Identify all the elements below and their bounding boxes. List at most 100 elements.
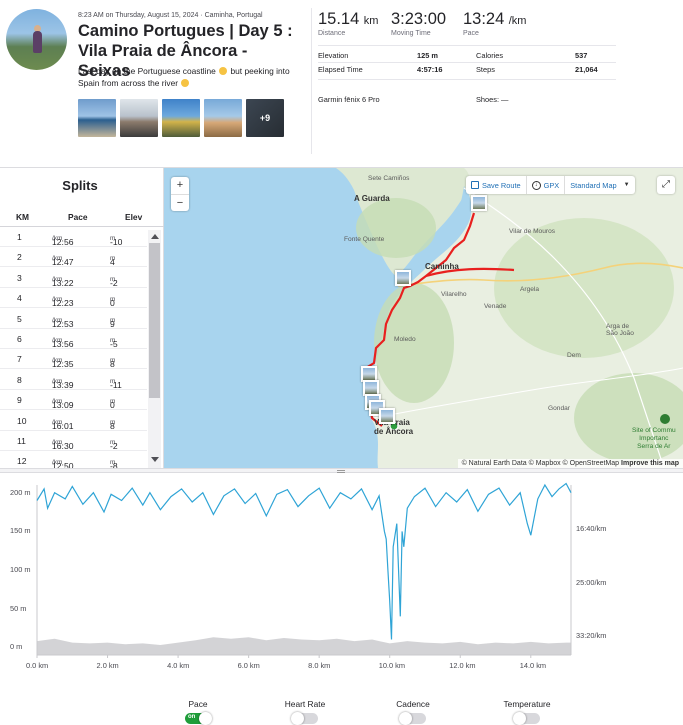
elevation-label: Elevation xyxy=(318,51,349,60)
activity-date-location: 8:23 AM on Thursday, August 15, 2024 · C… xyxy=(78,12,263,19)
map-terrain xyxy=(336,168,683,468)
photo-thumbnail[interactable] xyxy=(204,99,242,137)
chevron-down-icon: ▼ xyxy=(623,182,630,188)
save-route-button[interactable]: Save Route xyxy=(466,176,527,194)
more-photos-button[interactable]: +9 xyxy=(246,99,284,137)
cadence-toggle-group: Cadence xyxy=(373,699,453,725)
split-elev: -8 m xyxy=(110,456,118,471)
split-pace: 12:50 /km xyxy=(52,456,74,471)
split-elev-value: -10 xyxy=(110,237,123,247)
split-row[interactable]: 8 13:39 /km -11 m xyxy=(0,370,147,390)
x-tick-label: 2.0 km xyxy=(96,661,119,670)
y-right-tick-label: 33:20/km xyxy=(576,631,607,640)
x-tick-label: 0.0 km xyxy=(26,661,49,670)
split-km: 7 xyxy=(17,354,22,365)
split-row[interactable]: 2 12:47 /km 4 m xyxy=(0,247,147,268)
heart-rate-toggle-group: Heart Rate xyxy=(265,699,345,725)
description-part-1: Last day on the Portuguese coastline xyxy=(78,66,216,76)
split-row[interactable]: 3 13:22 /km -2 m xyxy=(0,268,147,288)
y-tick-label: 200 m xyxy=(10,487,31,497)
cadence-toggle[interactable] xyxy=(399,712,426,725)
split-elev: -10 m xyxy=(110,232,122,247)
map-attribution: © Natural Earth Data © Mapbox © OpenStre… xyxy=(457,459,683,468)
pace-stat: 13:24 /km Pace xyxy=(463,10,526,37)
split-elev: -11 m xyxy=(110,375,122,390)
stats-divider xyxy=(318,79,616,80)
resize-grip-icon[interactable] xyxy=(337,470,345,473)
gpx-download-button[interactable]: ↓ GPX xyxy=(527,176,566,194)
split-pace-value: 12:56 xyxy=(52,237,74,247)
zoom-controls: + − xyxy=(171,177,189,211)
elevation-area xyxy=(37,637,571,655)
scroll-up-icon[interactable] xyxy=(151,234,159,239)
x-tick-label: 4.0 km xyxy=(167,661,190,670)
map-label: Dem xyxy=(567,352,581,359)
map-type-select[interactable]: Standard Map ▼ xyxy=(565,176,634,194)
temperature-toggle-label: Temperature xyxy=(503,699,551,709)
split-elev-value: -2 xyxy=(110,277,118,288)
split-row[interactable]: 10 16:01 /km 8 m xyxy=(0,411,147,431)
shoes-info: Shoes: — xyxy=(476,95,509,104)
split-elev-value: -5 xyxy=(110,339,118,349)
split-row[interactable]: 6 13:56 /km -5 m xyxy=(0,329,147,349)
moving-time-stat: 3:23:00 Moving Time xyxy=(391,10,446,37)
calories-value: 537 xyxy=(575,51,588,60)
pace-toggle[interactable]: on xyxy=(185,712,212,725)
heart-rate-toggle[interactable] xyxy=(291,712,318,725)
split-row[interactable]: 11 16:30 /km -2 m xyxy=(0,431,147,451)
photo-pin[interactable] xyxy=(395,270,411,286)
zoom-in-button[interactable]: + xyxy=(171,177,189,194)
route-map[interactable]: Sete Camiños A Guarda Fonte Quente Vilar… xyxy=(164,168,683,468)
y-right-tick-label: 16:40/km xyxy=(576,524,607,533)
map-label: Vilar de Mouros xyxy=(509,228,556,235)
split-km: 2 xyxy=(17,252,22,263)
heart-rate-toggle-label: Heart Rate xyxy=(284,699,326,709)
split-row[interactable]: 9 13:09 /km 0 m xyxy=(0,390,147,411)
temperature-toggle[interactable] xyxy=(513,712,540,725)
split-elev: 8 m xyxy=(110,354,115,369)
splits-scrollbar-thumb[interactable] xyxy=(149,243,160,398)
split-pace: 13:22 /km xyxy=(52,273,74,288)
x-tick-label: 8.0 km xyxy=(308,661,331,670)
split-pace-value: 16:30 xyxy=(52,441,74,451)
steps-label: Steps xyxy=(476,65,495,74)
split-pace-value: 12:35 xyxy=(52,359,74,370)
photo-pin[interactable] xyxy=(471,195,487,211)
photo-thumbnail[interactable] xyxy=(162,99,200,137)
split-km: 11 xyxy=(17,436,26,446)
split-pace: 12:53 /km xyxy=(52,314,74,329)
split-row[interactable]: 7 12:35 /km 8 m xyxy=(0,349,147,370)
splits-title: Splits xyxy=(62,178,98,193)
split-elev: -2 m xyxy=(110,436,118,451)
splits-header-km: KM xyxy=(16,212,30,222)
fullscreen-button[interactable]: ⤢ xyxy=(657,176,675,194)
map-label: Venade xyxy=(484,303,507,310)
split-km: 1 xyxy=(17,232,22,242)
elevation-pace-chart[interactable]: 200 m 150 m 100 m 50 m 0 m 16:40/km 25:00/km 33… xyxy=(0,477,683,672)
avatar-figure xyxy=(33,31,42,53)
map-label: Caminha xyxy=(425,262,459,271)
elevation-value: 125 m xyxy=(417,51,438,60)
zoom-out-button[interactable]: − xyxy=(171,194,189,211)
moving-time-label: Moving Time xyxy=(391,30,431,37)
split-row[interactable]: 5 12:53 /km 9 m xyxy=(0,309,147,329)
photo-thumbnail[interactable] xyxy=(120,99,158,137)
save-route-icon xyxy=(471,181,479,189)
attribution-text[interactable]: © Natural Earth Data © Mapbox © OpenStre… xyxy=(462,460,620,467)
stats-row-elapsed: Elapsed Time 4:57:16 Steps 21,064 xyxy=(318,65,616,79)
split-row[interactable]: 4 12:23 /km 0 m xyxy=(0,288,147,309)
toggle-knob xyxy=(291,712,304,725)
pace-toggle-label: Pace xyxy=(188,699,208,709)
photo-pin[interactable] xyxy=(379,408,395,424)
photo-strip: +9 xyxy=(78,99,284,137)
photo-thumbnail[interactable] xyxy=(78,99,116,137)
split-pace-value: 13:22 xyxy=(52,277,74,288)
split-row[interactable]: 1 12:56 /km -10 m xyxy=(0,227,147,247)
improve-map-link[interactable]: Improve this map xyxy=(621,460,679,467)
split-pace: 12:47 /km xyxy=(52,252,74,267)
cadence-toggle-label: Cadence xyxy=(396,699,430,709)
scroll-down-icon[interactable] xyxy=(151,457,159,462)
split-pace: 16:01 /km xyxy=(52,416,74,431)
toggle-on-text: on xyxy=(188,714,196,720)
athlete-avatar[interactable] xyxy=(6,9,67,70)
